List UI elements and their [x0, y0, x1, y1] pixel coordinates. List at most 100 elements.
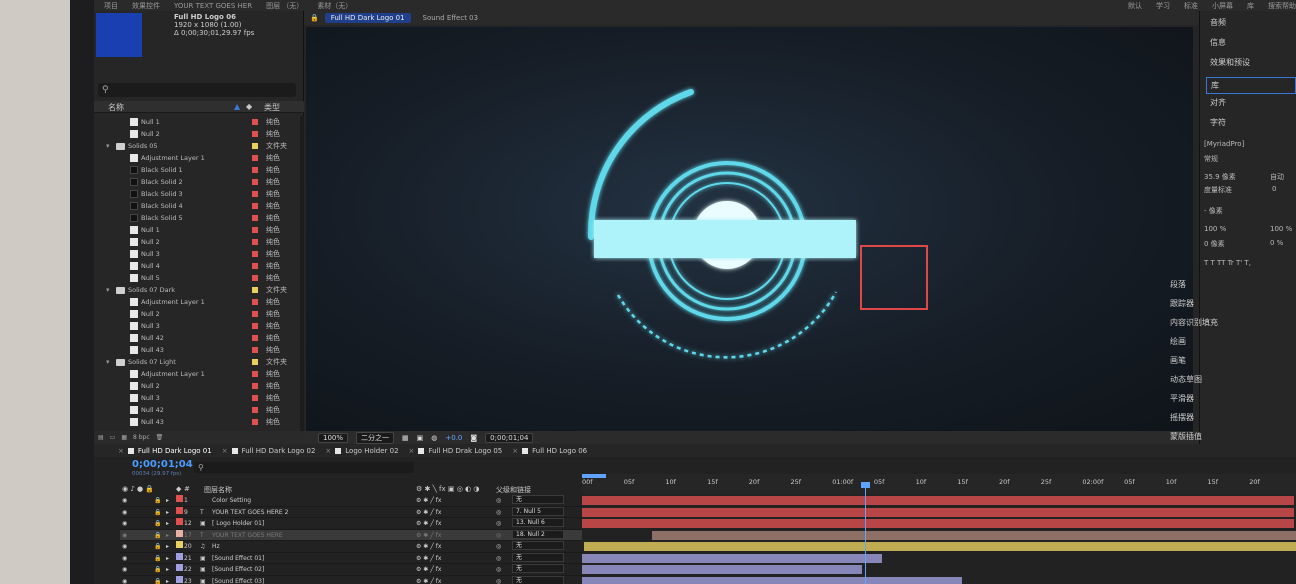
project-item[interactable]: Black Solid 5 纯色: [94, 212, 300, 224]
expand-icon[interactable]: ▸: [166, 576, 169, 584]
pickwhip-icon[interactable]: ◎: [496, 576, 501, 584]
chevron-down-icon[interactable]: ▾: [106, 140, 113, 152]
label-swatch[interactable]: [252, 167, 258, 173]
parent-select[interactable]: 无: [512, 495, 564, 504]
label-swatch[interactable]: [252, 191, 258, 197]
mask-icon[interactable]: ▣: [417, 434, 424, 442]
col-type[interactable]: 类型: [264, 102, 280, 113]
char-tsume[interactable]: 0 %: [1270, 239, 1283, 247]
close-icon[interactable]: ×: [409, 447, 415, 455]
layer-label-swatch[interactable]: [176, 552, 183, 560]
panel-item[interactable]: 段落: [1170, 279, 1186, 290]
switches-icon[interactable]: ⚙ ✱ ╱ fx: [416, 507, 441, 518]
label-swatch[interactable]: [252, 263, 258, 269]
panel-item[interactable]: 内容识别填充: [1170, 317, 1218, 328]
project-folder[interactable]: ▾ Solids 07 Dark 文件夹: [94, 284, 300, 296]
snapshot-icon[interactable]: ◙: [470, 434, 477, 442]
current-time-indicator[interactable]: [865, 486, 866, 584]
work-area-bar[interactable]: [582, 474, 606, 478]
parent-select[interactable]: 18. Null 2: [512, 529, 564, 539]
switches-icon[interactable]: ⚙ ✱ ╱ fx: [416, 495, 441, 506]
layer-duration-bar[interactable]: [582, 519, 1294, 528]
label-swatch[interactable]: [252, 311, 258, 317]
label-swatch[interactable]: [252, 359, 258, 365]
label-swatch[interactable]: [252, 227, 258, 233]
layer-name[interactable]: [Sound Effect 02]: [212, 564, 264, 575]
switches-icon[interactable]: ⚙ ✱ ╱ fx: [416, 530, 441, 541]
parent-select[interactable]: 无: [512, 552, 564, 562]
exposure-value[interactable]: +0.0: [445, 434, 462, 442]
label-swatch[interactable]: [252, 275, 258, 281]
resolution-select[interactable]: 二分之一: [356, 431, 395, 444]
eye-icon[interactable]: ◉: [122, 518, 127, 529]
topbar-item[interactable]: 图层 （无）: [266, 1, 303, 11]
label-swatch[interactable]: [252, 215, 258, 221]
project-item[interactable]: Null 1 纯色: [94, 116, 300, 128]
project-item[interactable]: Black Solid 2 纯色: [94, 176, 300, 188]
timeline-search-input[interactable]: ⚲: [194, 462, 414, 473]
close-icon[interactable]: ×: [118, 447, 124, 455]
parent-select[interactable]: 13. Null 6: [512, 518, 564, 527]
char-tracking-label[interactable]: 度量标准: [1204, 185, 1232, 195]
layer-duration-bar[interactable]: [582, 496, 1294, 505]
topbar-item[interactable]: 小屏幕: [1212, 1, 1233, 11]
topbar-item[interactable]: 库: [1247, 1, 1254, 11]
new-folder-icon[interactable]: ▭: [110, 434, 116, 441]
char-tracking[interactable]: 0: [1272, 185, 1276, 193]
parent-select[interactable]: 无: [512, 541, 564, 550]
layer-duration-bar[interactable]: [582, 507, 1294, 517]
layer-row[interactable]: ◉ 🔒 ▸ 1 Color Setting ⚙ ✱ ╱ fx ◎ 无: [120, 495, 582, 507]
char-styles[interactable]: T T TT Tr T' T,: [1204, 259, 1251, 267]
project-item[interactable]: Black Solid 1 纯色: [94, 164, 300, 176]
expand-icon[interactable]: ▸: [166, 553, 169, 564]
project-item[interactable]: Null 42 纯色: [94, 332, 300, 344]
viewer-timecode[interactable]: 0;00;01;04: [485, 432, 534, 443]
pickwhip-icon[interactable]: ◎: [496, 530, 501, 541]
layer-row[interactable]: ◉ 🔒 ▸ 12 ▣ [ Logo Holder 01] ⚙ ✱ ╱ fx ◎ 13. Null…: [120, 518, 582, 530]
lock-icon[interactable]: 🔒: [154, 541, 161, 552]
layer-label-swatch[interactable]: [176, 518, 183, 525]
comp-tab[interactable]: Sound Effect 03: [417, 13, 485, 23]
char-style[interactable]: 常规: [1204, 154, 1218, 164]
layer-row[interactable]: ◉ 🔒 ▸ 21 ▣ [Sound Effect 01] ⚙ ✱ ╱ fx ◎ 无: [120, 552, 582, 564]
lock-icon[interactable]: 🔒: [154, 507, 161, 518]
timeline-timecode[interactable]: 0;00;01;04: [132, 459, 193, 470]
label-swatch[interactable]: [252, 299, 258, 305]
project-item[interactable]: Null 3 纯色: [94, 320, 300, 332]
topbar-item[interactable]: 项目: [104, 1, 118, 11]
eye-icon[interactable]: ◉: [122, 576, 127, 584]
project-item[interactable]: Null 1 纯色: [94, 224, 300, 236]
project-item[interactable]: Null 2 纯色: [94, 308, 300, 320]
layer-duration-bar[interactable]: [582, 576, 962, 584]
project-item[interactable]: Null 3 纯色: [94, 392, 300, 404]
char-leading[interactable]: 自动: [1270, 172, 1284, 182]
layer-label-swatch[interactable]: [176, 575, 183, 583]
project-item[interactable]: Null 2 纯色: [94, 128, 300, 140]
timeline-tab[interactable]: × Logo Holder 02: [325, 447, 398, 455]
panel-item[interactable]: 摇摆器: [1170, 412, 1194, 423]
lock-icon[interactable]: 🔒: [154, 576, 161, 584]
switches-icon[interactable]: ⚙ ✱ ╱ fx: [416, 518, 441, 529]
eye-icon[interactable]: ◉: [122, 530, 127, 541]
topbar-item[interactable]: 学习: [1156, 1, 1170, 11]
char-baseline[interactable]: 0 像素: [1204, 239, 1225, 249]
label-swatch[interactable]: [252, 143, 258, 149]
layer-label-swatch[interactable]: [176, 495, 183, 502]
topbar-item[interactable]: 标准: [1184, 1, 1198, 11]
panel-item[interactable]: 蒙版插值: [1170, 431, 1202, 442]
layer-duration-bar[interactable]: [582, 553, 882, 563]
layer-name[interactable]: [Sound Effect 01]: [212, 553, 264, 564]
label-swatch[interactable]: [252, 251, 258, 257]
layer-label-swatch[interactable]: [176, 541, 183, 548]
selection-box[interactable]: [860, 245, 928, 310]
eye-icon[interactable]: ◉: [122, 507, 127, 518]
layer-name[interactable]: YOUR TEXT GOES HERE 2: [212, 507, 288, 518]
panel-item[interactable]: 库: [1206, 77, 1296, 94]
project-item[interactable]: Null 42 纯色: [94, 404, 300, 416]
expand-icon[interactable]: ▸: [166, 518, 169, 529]
project-item[interactable]: Null 43 纯色: [94, 416, 300, 428]
expand-icon[interactable]: ▸: [166, 541, 169, 552]
project-search-input[interactable]: ⚲: [98, 83, 296, 97]
layer-row[interactable]: ◉ 🔒 ▸ 23 ▣ [Sound Effect 03] ⚙ ✱ ╱ fx ◎ 无: [120, 575, 582, 584]
label-swatch[interactable]: [252, 395, 258, 401]
